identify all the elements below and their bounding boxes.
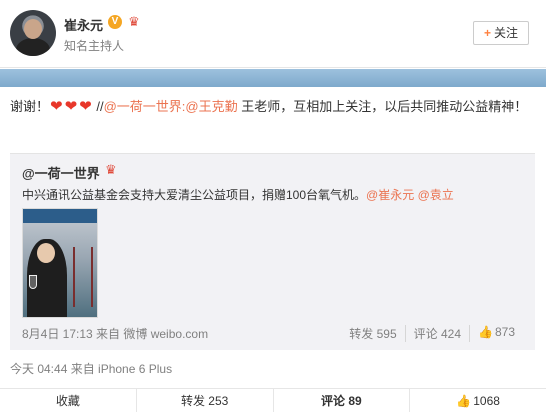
post-prefix: 谢谢！ [10, 99, 50, 114]
retweet-comment-button[interactable]: 评论 424 [404, 325, 469, 342]
post-sep: // [92, 99, 104, 114]
retweet-box: @一荷一世界 ♛ 中兴通讯公益基金会支持大爱清尘公益项目，捐赠100台氧气机。@… [10, 153, 535, 350]
follow-button[interactable]: + 关注 [473, 21, 529, 45]
retweet-text-plain: 中兴通讯公益基金会支持大爱清尘公益项目，捐赠100台氧气机。 [22, 188, 367, 202]
post-meta: 今天 04:44 来自 iPhone 6 Plus [10, 362, 173, 376]
avatar-face [24, 19, 42, 39]
user-subtitle: 知名主持人 [64, 39, 125, 53]
image-glass [29, 275, 37, 289]
image-figure-face [37, 243, 55, 263]
retweet-like-count: 873 [494, 325, 515, 339]
follow-label: 关注 [494, 26, 519, 40]
mention-link[interactable]: @一荷一世界 [104, 99, 182, 114]
retweet-repost-button[interactable]: 转发 595 [341, 325, 404, 342]
header-divider-bar [0, 69, 546, 87]
verified-v-icon: V [108, 15, 122, 29]
image-calligraphy [73, 247, 93, 307]
repost-button[interactable]: 转发 253 [135, 389, 273, 412]
retweet-actions: 转发 595 评论 424 👍 873 [341, 325, 523, 342]
profile-header: 崔永元 V ♛ 知名主持人 + 关注 [0, 0, 546, 68]
post-text: 谢谢！❤ ❤ ❤ //@一荷一世界:@王克勤 王老师，互相加上关注，以后共同推动公益… [10, 95, 535, 118]
thumbs-up-icon: 👍 [478, 325, 493, 339]
heart-icon: ❤ [64, 98, 78, 115]
user-name[interactable]: 崔永元 [64, 15, 103, 34]
collect-button[interactable]: 收藏 [0, 389, 136, 412]
retweet-meta: 8月4日 17:13 来自 微博 weibo.com [22, 327, 209, 341]
avatar-shoulders [16, 38, 50, 56]
retweet-image[interactable] [22, 208, 98, 318]
plus-icon: + [483, 26, 491, 40]
avatar[interactable] [10, 10, 56, 56]
heart-icon: ❤ [50, 98, 63, 115]
like-count: 1068 [473, 394, 500, 408]
image-banner [23, 209, 97, 223]
retweet-like-button[interactable]: 👍 873 [469, 325, 523, 342]
thumbs-up-icon: 👍 [456, 394, 472, 408]
mention-link[interactable]: @王克勤 [185, 99, 237, 114]
like-button[interactable]: 👍 1068 [409, 389, 546, 412]
action-bar: 收藏 转发 253 评论 89 👍 1068 [0, 388, 546, 412]
retweet-text: 中兴通讯公益基金会支持大爱清尘公益项目，捐赠100台氧气机。@崔永元 @袁立 [22, 186, 454, 203]
comment-button[interactable]: 评论 89 [272, 389, 410, 412]
post-body: 王老师，互相加上关注，以后共同推动公益精神！ [237, 99, 528, 114]
mention-link[interactable]: @袁立 [418, 188, 454, 202]
heart-icon: ❤ [79, 98, 92, 115]
mention-link[interactable]: @崔永元 [366, 188, 414, 202]
retweet-author[interactable]: @一荷一世界 [22, 163, 100, 182]
crown-icon: ♛ [128, 14, 140, 29]
crown-icon: ♛ [105, 162, 117, 177]
